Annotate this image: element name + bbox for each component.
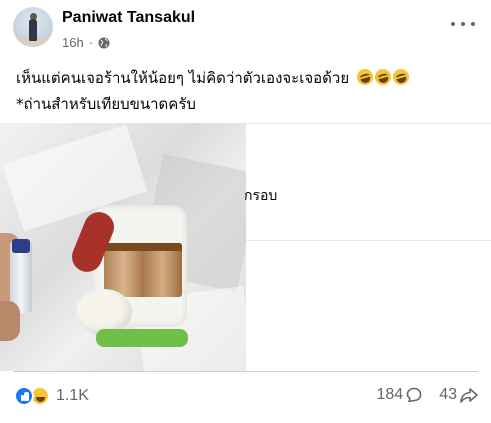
side-panel-text: กรอบ [244,188,278,204]
reaction-count: 1.1K [56,387,89,404]
more-dot [451,22,455,26]
pork-rind [104,243,182,251]
rofl-emoji-icon [373,67,393,87]
post-text-line-1: เห็นแต่คนเจอร้านให้น้อยๆ ไม่คิดว่าตัวเอง… [16,66,411,90]
side-panel-divider [246,123,491,124]
more-dot [471,22,475,26]
more-dot [461,22,465,26]
battery-cap [12,239,30,253]
share-icon [460,388,478,403]
meta-separator: · [88,35,94,50]
post-stats: 184 43 [361,386,480,404]
share-count-button[interactable]: 43 [439,386,479,404]
author-name[interactable]: Paniwat Tansakul [62,9,195,27]
comment-count: 184 [376,386,404,403]
like-icon [14,386,34,406]
avatar-figure [29,19,37,41]
rofl-emoji-group [355,67,411,87]
comment-icon [406,387,422,403]
crispy-pork [104,243,182,297]
side-panel-divider [246,240,491,241]
reactions-summary[interactable]: 1.1K [14,386,89,406]
post-text: เห็นแต่คนเจอร้านให้น้อยๆ ไม่คิดว่าตัวเอง… [16,69,350,87]
post-card: Paniwat Tansakul 16h · เห็นแต่คนเจอร้านใ… [0,0,491,423]
more-options-icon[interactable] [451,16,475,32]
globe-icon[interactable] [98,37,110,49]
comment-count-button[interactable]: 184 [377,386,424,404]
post-time[interactable]: 16h [62,35,84,50]
author-avatar[interactable] [13,7,53,47]
vegetable [96,329,188,347]
rofl-emoji-icon [355,67,375,87]
hand-thumb [0,301,20,341]
footer-divider [13,371,478,372]
share-count: 43 [439,386,457,403]
post-text-line-2: *ถ่านสำหรับเทียบขนาดครับ [16,95,196,113]
post-photo[interactable] [0,123,246,371]
rofl-emoji-icon [391,67,411,87]
post-meta: 16h · [62,35,110,50]
